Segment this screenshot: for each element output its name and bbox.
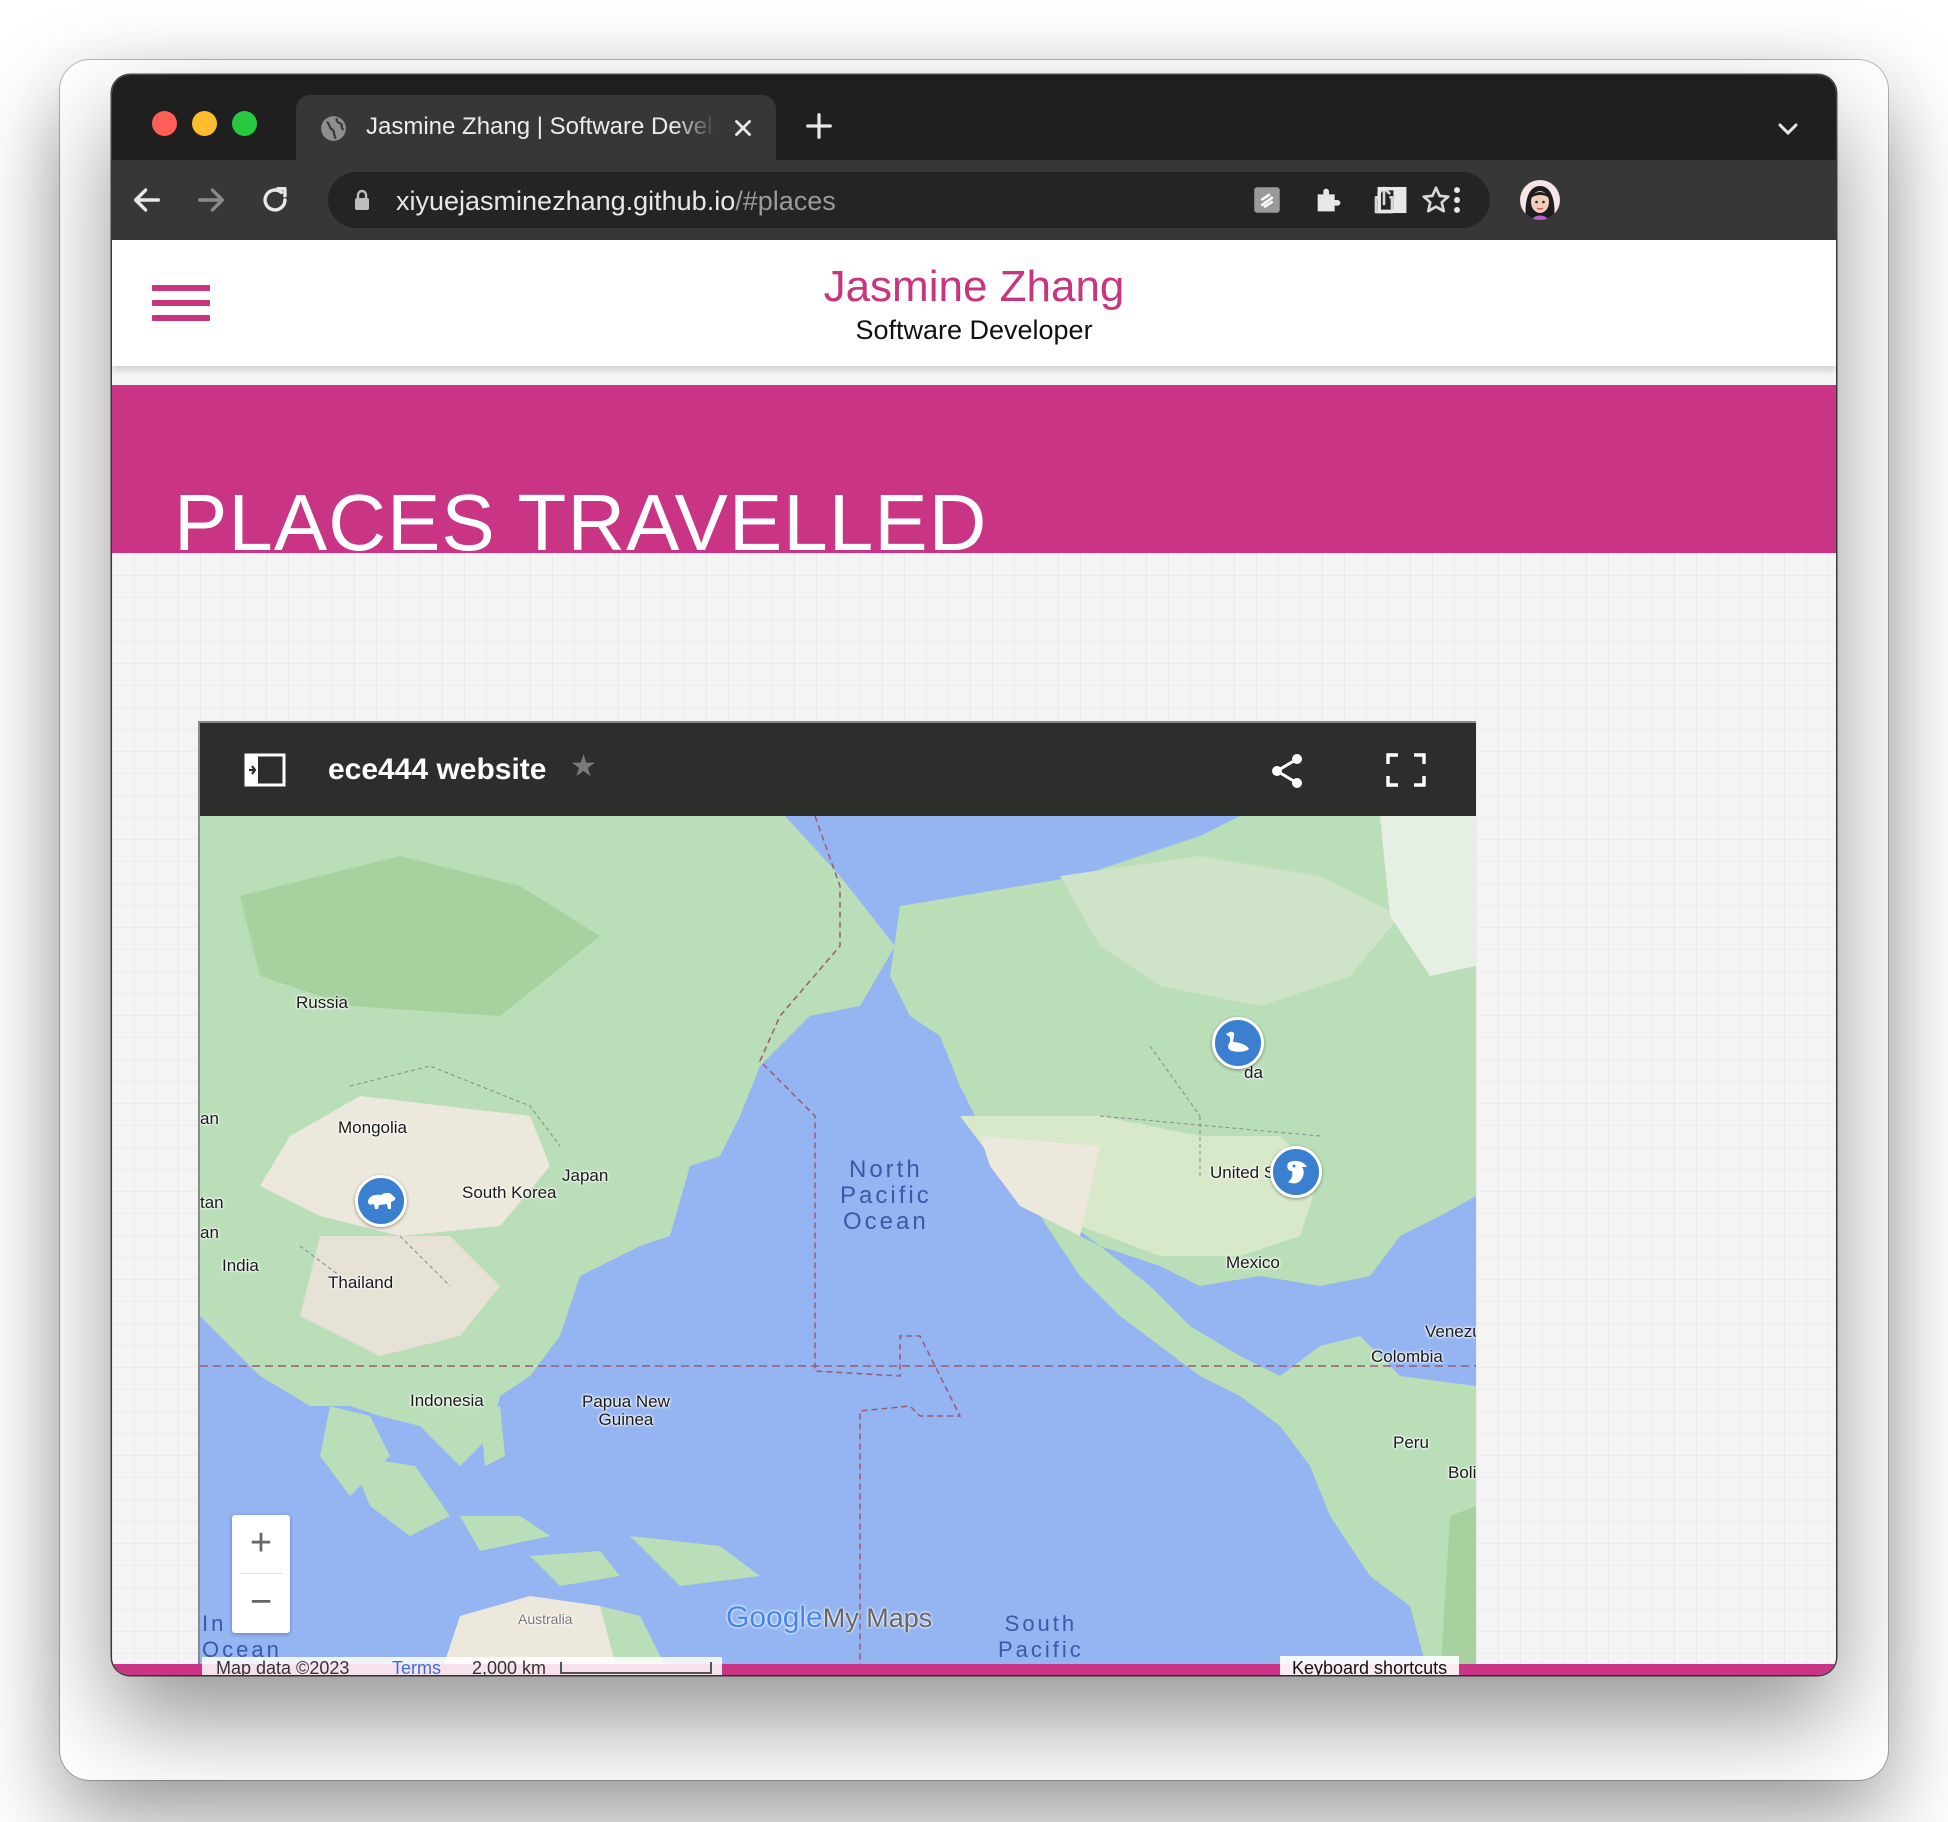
zoom-out-button[interactable]: − <box>232 1574 290 1632</box>
map-header: ece444 website ★ <box>200 723 1476 816</box>
extension-icon[interactable] <box>1250 183 1284 217</box>
map-label-australia: Australia <box>518 1611 573 1627</box>
map-attribution: Map data ©2023 Terms 2,000 km <box>202 1657 722 1675</box>
map-label-edge-an-2: an <box>200 1223 219 1242</box>
tab-bar: Jasmine Zhang | Software Developer <box>112 75 1836 160</box>
tab-title: Jasmine Zhang | Software Developer <box>366 113 716 140</box>
close-window-button[interactable] <box>152 111 177 136</box>
map-label-russia: Russia <box>296 993 348 1012</box>
more-menu-icon[interactable] <box>1440 183 1474 217</box>
map-label-venezuela: Venezu <box>1425 1322 1476 1341</box>
map-label-colombia: Colombia <box>1371 1347 1443 1366</box>
map-label-bolivia: Boli <box>1448 1463 1476 1482</box>
section-banner: PLACES TRAVELLED <box>112 385 1836 567</box>
zoom-in-button[interactable]: + <box>232 1515 290 1573</box>
map-label-indonesia: Indonesia <box>410 1391 484 1410</box>
maximize-window-button[interactable] <box>232 111 257 136</box>
scale-bar <box>560 1662 712 1674</box>
map-marker-china[interactable] <box>355 1175 407 1227</box>
map-label-japan: Japan <box>562 1166 609 1185</box>
embedded-map[interactable]: ece444 website ★ Russia Mongolia Japan S… <box>198 721 1476 1675</box>
map-label-mongolia: Mongolia <box>338 1118 407 1137</box>
terms-link[interactable]: Terms <box>392 1658 441 1675</box>
map-label-edge-an: an <box>200 1109 219 1128</box>
star-icon[interactable]: ★ <box>570 749 597 784</box>
map-label-india: India <box>222 1256 259 1275</box>
profile-face-icon <box>1525 186 1555 220</box>
back-arrow-icon[interactable] <box>130 183 164 217</box>
map-label-mexico: Mexico <box>1226 1253 1280 1272</box>
browser-tab[interactable]: Jasmine Zhang | Software Developer <box>296 95 776 160</box>
polar-bear-icon <box>368 1192 396 1209</box>
map-label-south-korea: South Korea <box>462 1183 557 1202</box>
fullscreen-icon[interactable] <box>1386 753 1426 787</box>
map-label-thailand: Thailand <box>328 1273 394 1292</box>
lock-icon[interactable] <box>352 189 372 211</box>
web-page: Jasmine Zhang Software Developer PLACES … <box>112 240 1836 1675</box>
profile-avatar[interactable] <box>1520 180 1560 220</box>
map-marker-canada[interactable] <box>1212 1017 1264 1069</box>
chevron-down-icon[interactable] <box>1776 121 1800 137</box>
ocean-label-north-pacific: North Pacific Ocean <box>840 1156 932 1235</box>
browser-window: Jasmine Zhang | Software Developer <box>112 75 1836 1675</box>
map-label-edge-tan: tan <box>200 1193 224 1212</box>
map-marker-united-states[interactable] <box>1270 1146 1322 1198</box>
reload-icon[interactable] <box>258 183 292 217</box>
new-tab-icon[interactable] <box>804 111 834 141</box>
ocean-label-south-pacific: South Pacific <box>998 1611 1084 1662</box>
site-name[interactable]: Jasmine Zhang <box>112 262 1836 312</box>
site-header: Jasmine Zhang Software Developer <box>112 240 1836 366</box>
scale-label[interactable]: 2,000 km <box>472 1658 546 1675</box>
forward-arrow-icon[interactable] <box>194 183 228 217</box>
keyboard-shortcuts-button[interactable]: Keyboard shortcuts <box>1280 1656 1460 1675</box>
map-label-papua-new-guinea: Papua New Guinea <box>582 1392 670 1429</box>
google-my-maps-logo: GoogleMy Maps <box>726 1601 933 1634</box>
site-role: Software Developer <box>855 315 1093 345</box>
open-legend-icon[interactable] <box>244 753 286 787</box>
globe-icon <box>321 116 346 141</box>
map-data-credit: Map data ©2023 <box>216 1658 350 1675</box>
map-canvas[interactable] <box>200 816 1476 1675</box>
side-panel-icon[interactable] <box>1375 183 1409 217</box>
share-icon[interactable] <box>1270 753 1304 789</box>
zoom-controls: + − <box>232 1515 290 1633</box>
browser-toolbar: xiyuejasminezhang.github.io/#places <box>112 160 1836 240</box>
map-label-peru: Peru <box>1393 1433 1429 1452</box>
map-title: ece444 website <box>328 753 547 786</box>
close-tab-icon[interactable] <box>730 115 756 141</box>
goose-icon <box>1226 1031 1249 1052</box>
minimize-window-button[interactable] <box>192 111 217 136</box>
eagle-icon <box>1287 1160 1307 1184</box>
url-text[interactable]: xiyuejasminezhang.github.io/#places <box>396 186 836 217</box>
puzzle-extensions-icon[interactable] <box>1312 183 1346 217</box>
